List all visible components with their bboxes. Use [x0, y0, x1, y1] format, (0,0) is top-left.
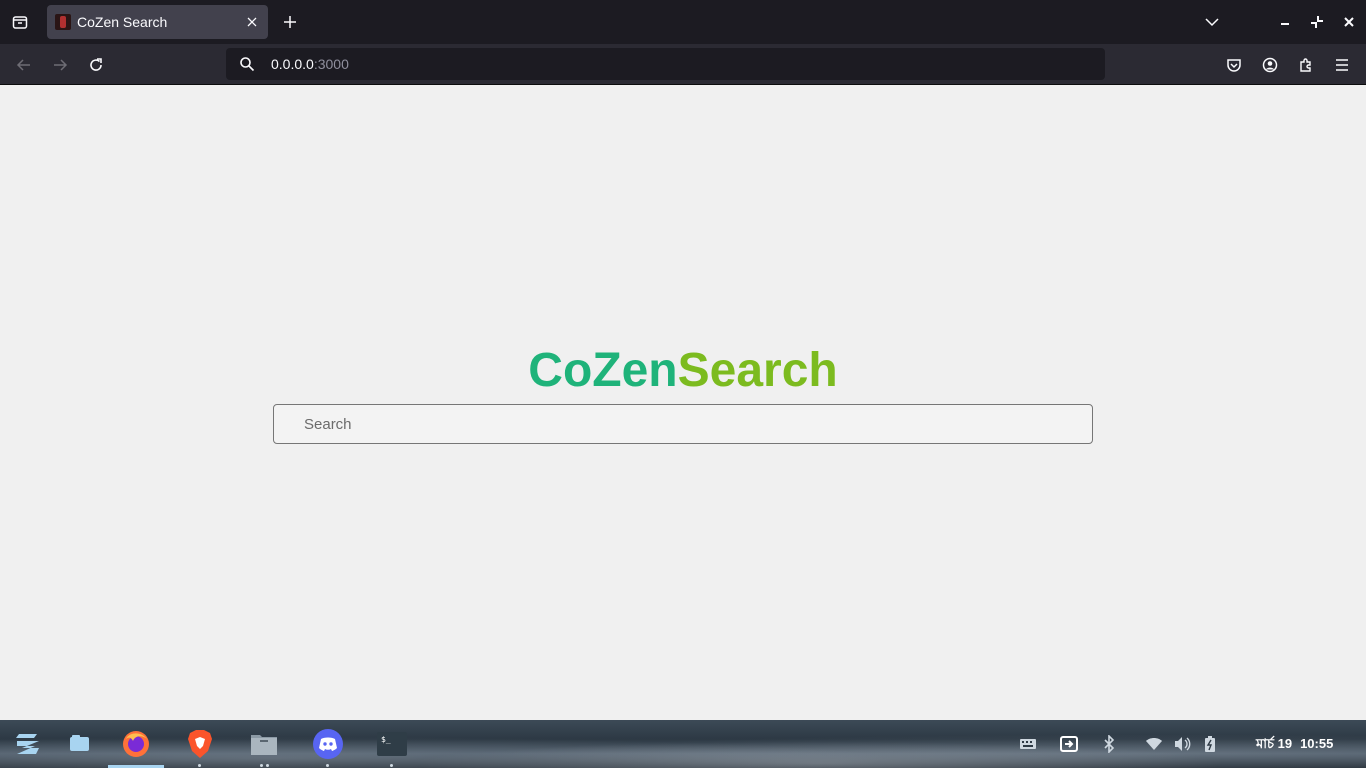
workspaces-icon[interactable]	[62, 726, 98, 762]
wifi-icon[interactable]	[1142, 732, 1166, 756]
restore-window-icon[interactable]	[1305, 10, 1329, 34]
navigation-toolbar: 0.0.0.0:3000	[0, 44, 1366, 85]
reload-icon[interactable]	[83, 52, 109, 78]
svg-text:$_: $_	[381, 735, 391, 744]
battery-icon[interactable]	[1198, 732, 1222, 756]
site-logo: CoZenSearch	[0, 343, 1366, 399]
logo-part-search: Search	[677, 344, 838, 397]
url-text[interactable]: 0.0.0.0:3000	[271, 56, 349, 72]
bluetooth-icon[interactable]	[1097, 732, 1121, 756]
tab-title: CoZen Search	[77, 14, 168, 30]
running-indicator	[260, 764, 263, 767]
url-port: :3000	[313, 56, 349, 72]
screen-share-icon[interactable]	[1057, 732, 1081, 756]
running-indicator	[326, 764, 329, 767]
new-tab-plus-icon[interactable]	[278, 10, 302, 34]
files-folder-icon[interactable]	[246, 726, 282, 762]
search-input[interactable]	[273, 404, 1093, 444]
running-indicator	[390, 764, 393, 767]
forward-arrow-icon[interactable]	[47, 52, 73, 78]
running-indicator	[198, 764, 201, 767]
pocket-icon[interactable]	[1221, 52, 1247, 78]
browser-tab[interactable]: CoZen Search	[47, 5, 268, 39]
os-taskbar: $_ মার্চ 19 10:55	[0, 720, 1366, 768]
extensions-puzzle-icon[interactable]	[1293, 52, 1319, 78]
volume-icon[interactable]	[1170, 732, 1194, 756]
back-arrow-icon[interactable]	[11, 52, 37, 78]
tab-strip: CoZen Search	[0, 0, 1366, 44]
site-favicon-icon	[55, 14, 71, 30]
terminal-icon[interactable]: $_	[374, 726, 410, 762]
account-icon[interactable]	[1257, 52, 1283, 78]
close-tab-icon[interactable]	[242, 12, 262, 32]
system-clock[interactable]: মার্চ 19 10:55	[1256, 735, 1341, 756]
logo-part-cozen: CoZen	[528, 344, 678, 397]
keyboard-icon[interactable]	[1016, 732, 1040, 756]
page-content: CoZenSearch	[0, 85, 1366, 720]
search-icon	[238, 55, 256, 73]
url-host: 0.0.0.0	[271, 56, 314, 72]
app-menu-hamburger-icon[interactable]	[1329, 52, 1355, 78]
url-bar[interactable]: 0.0.0.0:3000	[226, 48, 1105, 80]
running-indicator	[266, 764, 269, 767]
firefox-icon[interactable]	[118, 726, 154, 762]
firefox-view-icon[interactable]	[8, 10, 32, 34]
brave-icon[interactable]	[182, 726, 218, 762]
clock-time: 10:55	[1300, 736, 1334, 751]
zorin-menu-icon[interactable]	[10, 726, 46, 762]
discord-icon[interactable]	[310, 726, 346, 762]
clock-date: মার্চ 19	[1256, 736, 1293, 751]
close-window-icon[interactable]	[1337, 10, 1361, 34]
minimize-window-icon[interactable]	[1273, 10, 1297, 34]
list-tabs-chevron-down-icon[interactable]	[1200, 10, 1224, 34]
